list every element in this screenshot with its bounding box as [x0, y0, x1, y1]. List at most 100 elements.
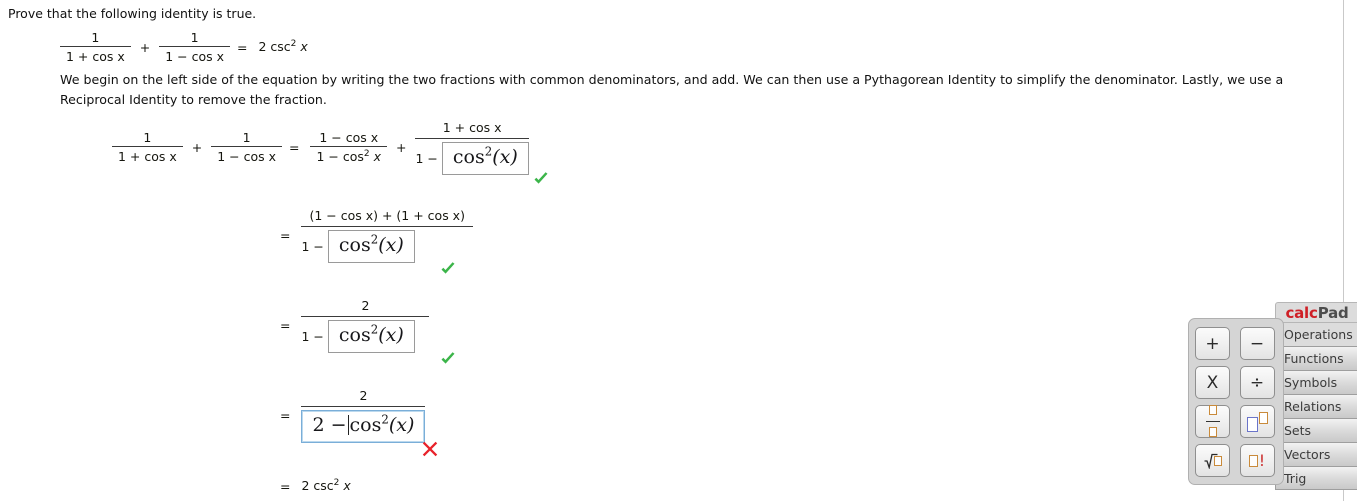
factorial-key[interactable]: !: [1239, 444, 1275, 477]
w5-coefficient: 2: [301, 478, 310, 493]
calcpad-keypad: + − X ÷ !: [1188, 318, 1284, 485]
w1-fraction-2: 1 1 − cos x: [211, 130, 283, 165]
calcpad-panel: calcPad Operations Functions Symbols Rel…: [1188, 300, 1357, 501]
calcpad-logo: calcPad: [1275, 302, 1357, 323]
tab-symbols[interactable]: Symbols: [1275, 370, 1357, 394]
identity-fraction-2: 1 1 − cos x: [159, 30, 231, 64]
w1-plus-1: +: [191, 139, 203, 155]
w3-big-numerator: 2: [301, 298, 430, 317]
w3-equals-sign: =: [280, 317, 291, 333]
w5-variable: x: [343, 478, 351, 493]
work-line-3: = 2 1 − cos2(x): [277, 298, 430, 353]
minus-icon: −: [1249, 333, 1265, 354]
w1-f3-den-post: x: [373, 149, 381, 165]
calcpad-logo-calc: calc: [1285, 304, 1318, 322]
divide-key[interactable]: ÷: [1239, 366, 1275, 399]
identity-coefficient: 2: [258, 38, 267, 54]
answer-input-2[interactable]: cos2(x): [327, 230, 415, 263]
answer-input-3[interactable]: cos2(x): [327, 320, 415, 353]
w1-f1-numerator: 1: [112, 130, 183, 148]
w1-big-numerator: 1 + cos x: [415, 120, 529, 139]
tab-relations[interactable]: Relations: [1275, 394, 1357, 418]
answer-input-4[interactable]: 2 − cos2(x): [301, 410, 426, 443]
multiply-key[interactable]: X: [1195, 366, 1230, 399]
w2-compound-fraction: (1 − cos x) + (1 + cos x) 1 − cos2(x): [301, 208, 473, 263]
w1-f3-denominator: 1 − cos2 x: [310, 147, 387, 164]
w3-compound-fraction: 2 1 − cos2(x): [301, 298, 430, 353]
w3-big-denominator: 1 − cos2(x): [301, 317, 429, 353]
answer-1-argument: (x): [492, 146, 518, 168]
work-line-1: 1 1 + cos x + 1 1 − cos x = 1 − cos x 1 …: [112, 120, 529, 175]
status-mark-line-4: [421, 440, 439, 458]
w5-expression: 2 csc2 x: [301, 478, 350, 493]
w1-fraction-3: 1 − cos x 1 − cos2 x: [310, 130, 387, 164]
w4-compound-fraction: 2 2 − cos2(x): [301, 388, 426, 443]
w2-big-numerator: (1 − cos x) + (1 + cos x): [301, 208, 473, 227]
answer-4-base: cos: [349, 414, 382, 436]
w1-plus-2: +: [395, 139, 407, 155]
tab-operations[interactable]: Operations: [1275, 322, 1357, 346]
w3-den-lead: 1 −: [301, 328, 324, 344]
w4-big-denominator: 2 − cos2(x): [301, 407, 426, 443]
w1-f1-denominator: 1 + cos x: [118, 149, 177, 165]
identity-fraction-1: 1 1 + cos x: [60, 30, 131, 64]
identity-exponent: 2: [290, 38, 297, 49]
w4-equals-sign: =: [280, 407, 291, 423]
answer-input-1[interactable]: cos2(x): [441, 142, 529, 175]
answer-1-base: cos: [452, 146, 485, 168]
w1-equals-sign: =: [289, 139, 300, 155]
identity-frac1-denominator: 1 + cos x: [66, 49, 125, 64]
answer-4-exponent: 2: [381, 412, 389, 427]
divide-icon: ÷: [1249, 372, 1265, 393]
square-root-icon: [1204, 453, 1222, 469]
answer-2-argument: (x): [378, 234, 404, 256]
multiply-icon: X: [1206, 372, 1219, 393]
w1-f2-denominator: 1 − cos x: [217, 149, 277, 165]
tab-sets[interactable]: Sets: [1275, 418, 1357, 442]
status-mark-line-2: [439, 260, 457, 278]
tab-functions[interactable]: Functions: [1275, 346, 1357, 370]
w1-f3-den-exp: 2: [363, 149, 370, 160]
w2-den-lead: 1 −: [301, 238, 324, 254]
w1-den-lead: 1 −: [415, 150, 438, 166]
tab-vectors[interactable]: Vectors: [1275, 442, 1357, 466]
answer-2-base: cos: [338, 234, 371, 256]
answer-4-lead: 2 −: [312, 414, 347, 436]
answer-4-argument: (x): [388, 414, 415, 436]
identity-frac2-numerator: 1: [159, 30, 231, 47]
explanation-text: We begin on the left side of the equatio…: [60, 72, 1284, 107]
identity-frac2-denominator: 1 − cos x: [165, 49, 225, 64]
minus-key[interactable]: −: [1239, 327, 1275, 360]
w1-big-denominator: 1 − cos2(x): [415, 139, 529, 175]
plus-icon: +: [1205, 333, 1220, 354]
work-line-4: = 2 2 − cos2(x): [277, 388, 426, 443]
w1-f2-numerator: 1: [211, 130, 283, 148]
status-mark-line-3: [439, 350, 457, 368]
w1-f3-den-pre: 1 − cos: [316, 149, 364, 165]
w1-f3-numerator: 1 − cos x: [310, 130, 387, 148]
plus-key[interactable]: +: [1195, 327, 1230, 360]
worksheet-page: Prove that the following identity is tru…: [0, 0, 1357, 501]
identity-frac1-numerator: 1: [60, 30, 131, 47]
identity-right-side: 2 csc2 x: [258, 39, 307, 54]
page-title: Prove that the following identity is tru…: [8, 6, 257, 21]
w5-equals-sign: =: [280, 479, 291, 494]
work-line-2: = (1 − cos x) + (1 + cos x) 1 − cos2(x): [277, 208, 473, 263]
identity-function: csc: [270, 38, 291, 54]
answer-3-argument: (x): [378, 324, 404, 346]
square-root-key[interactable]: [1195, 444, 1230, 477]
w1-fraction-1: 1 1 + cos x: [112, 130, 183, 164]
fraction-key[interactable]: [1195, 402, 1230, 441]
exponent-key[interactable]: [1239, 405, 1275, 438]
w4-big-numerator: 2: [301, 388, 426, 407]
w5-exponent: 2: [333, 477, 340, 488]
identity-statement: 1 1 + cos x + 1 1 − cos x = 2 csc2 x: [60, 30, 308, 64]
w5-function: csc: [313, 478, 334, 493]
tab-trig[interactable]: Trig: [1275, 466, 1357, 490]
exponent-icon: [1246, 411, 1268, 432]
fraction-icon: [1205, 402, 1220, 441]
text-cursor: [347, 415, 349, 435]
identity-variable: x: [300, 38, 308, 54]
work-line-5: = 2 csc2 x: [277, 478, 351, 494]
identity-plus-operator: +: [139, 39, 151, 55]
